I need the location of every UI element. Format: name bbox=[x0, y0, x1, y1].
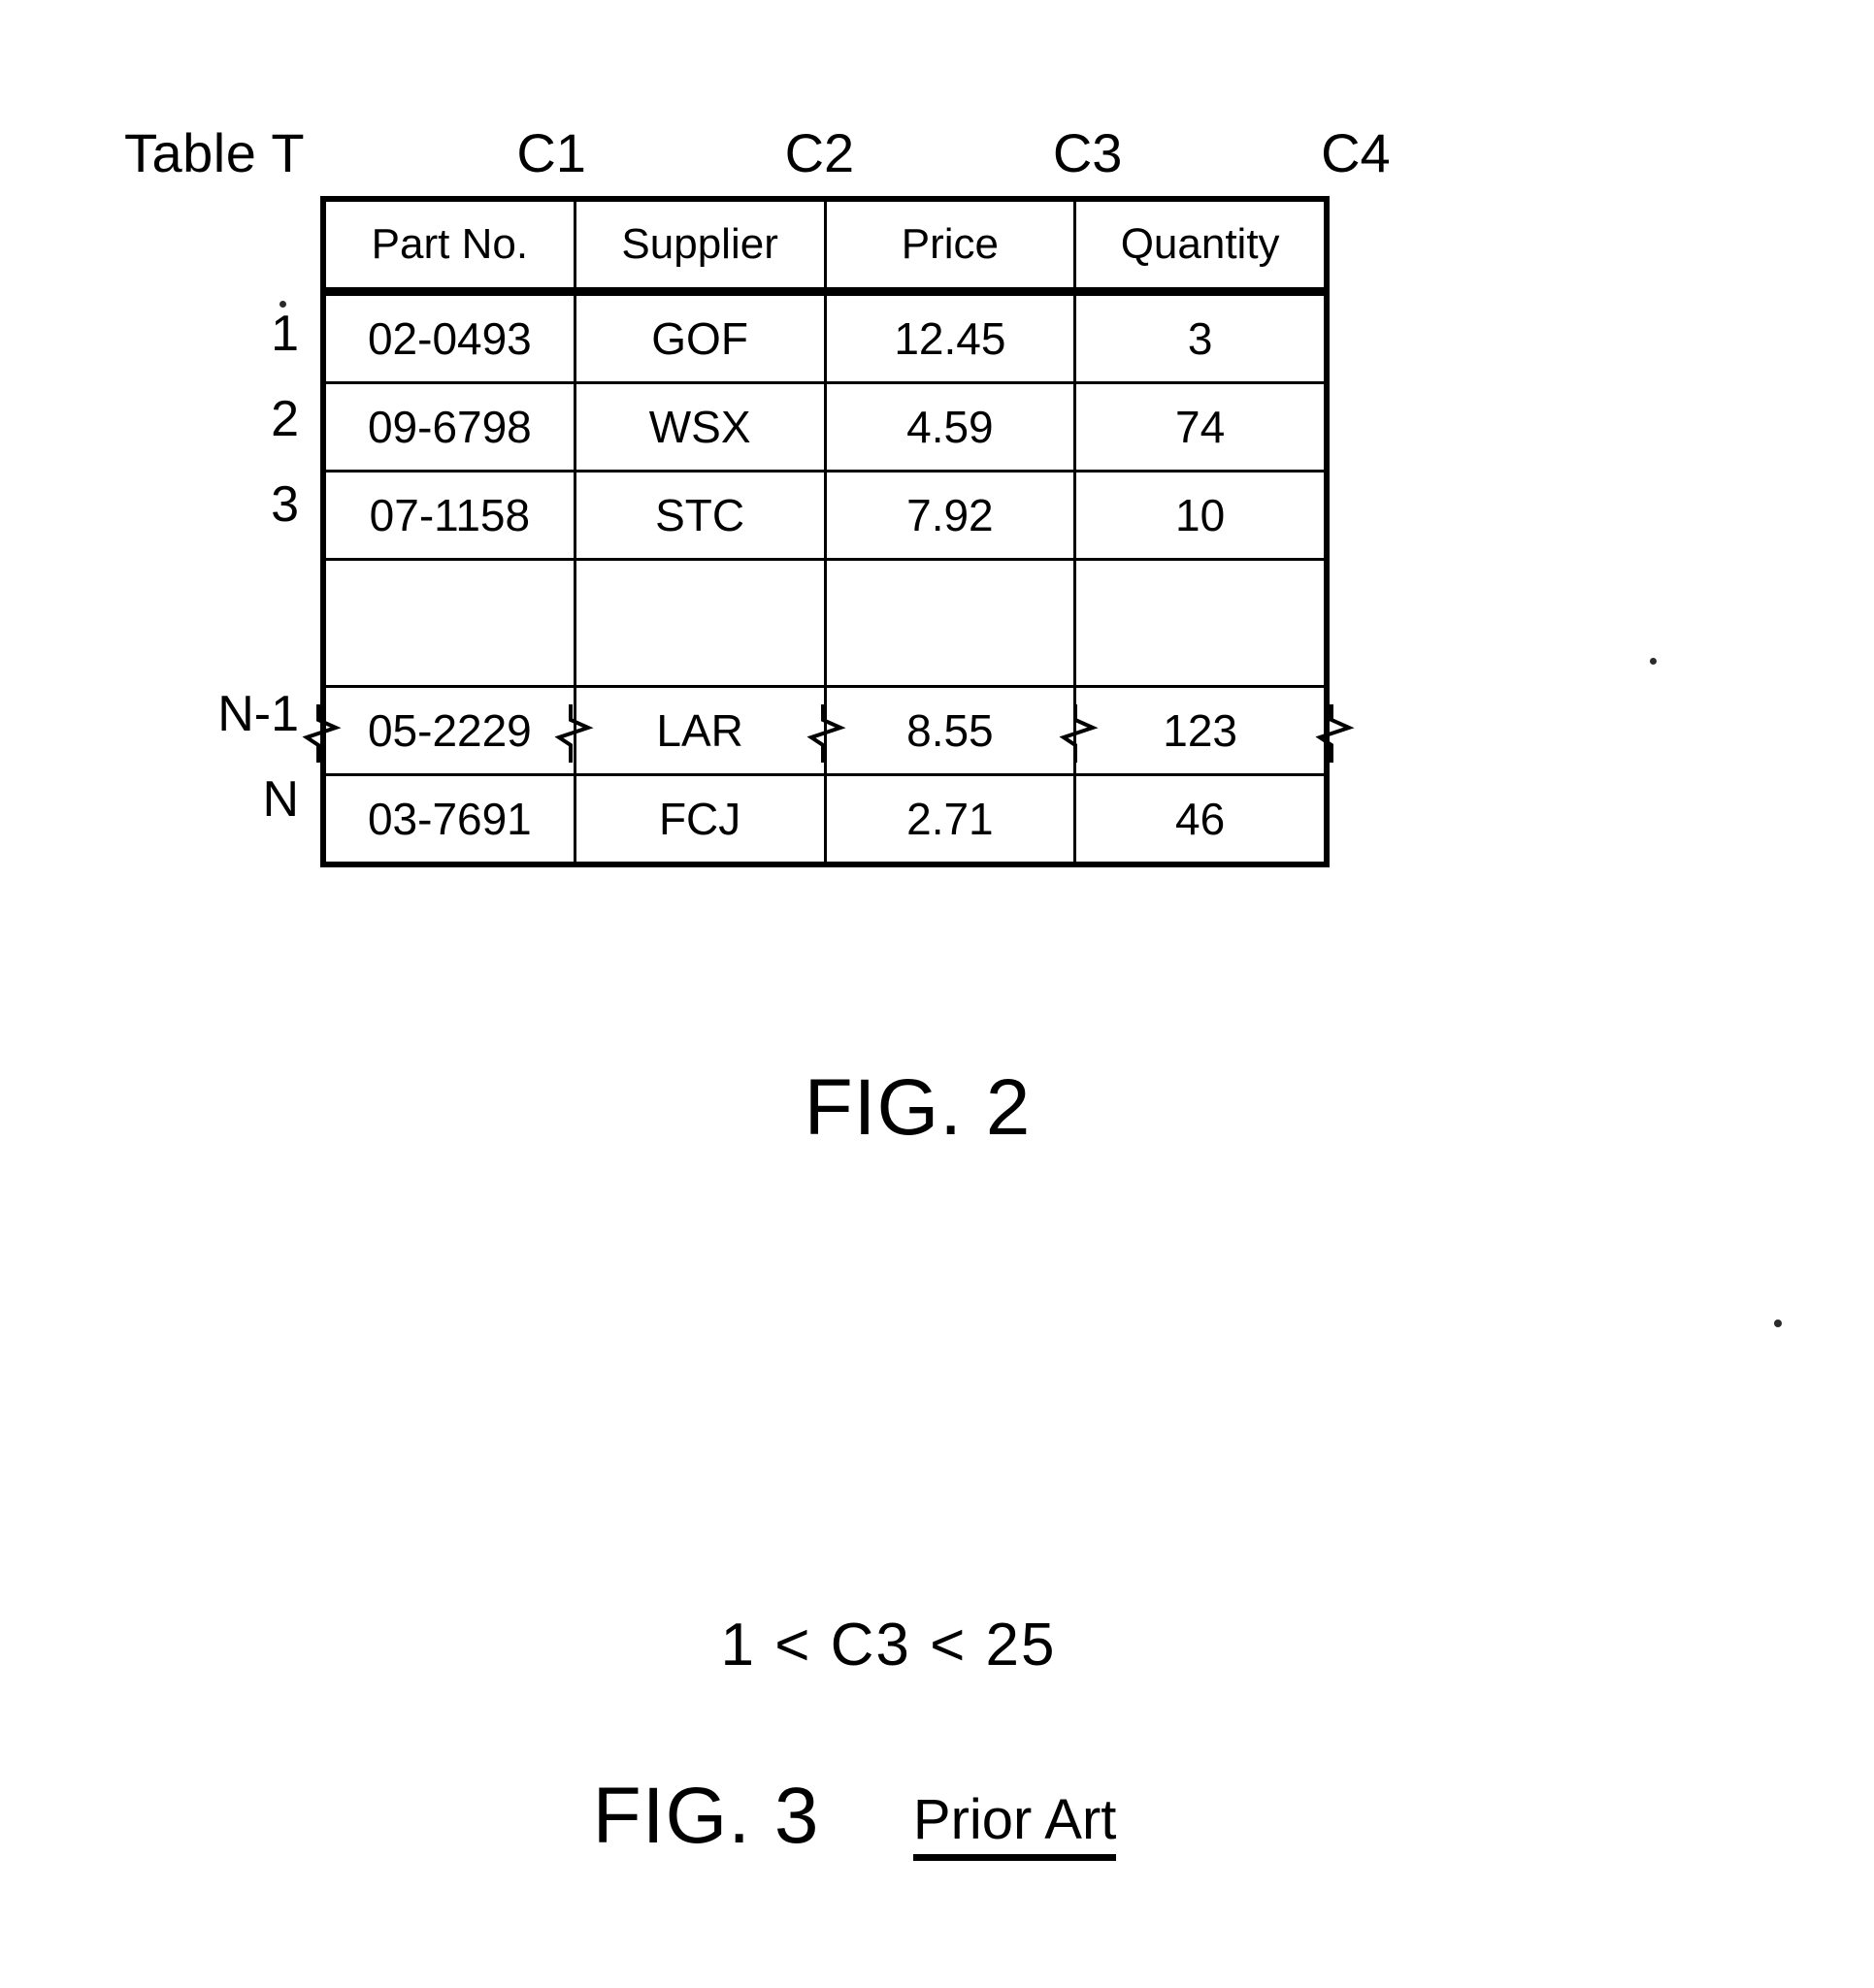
break-cell-price bbox=[823, 558, 1077, 688]
column-header-quantity: Quantity bbox=[1073, 199, 1327, 296]
figure-3-expression: 1 < C3 < 25 bbox=[0, 1611, 1874, 1679]
column-header-supplier: Supplier bbox=[573, 199, 827, 296]
cell-part-no: 07-1158 bbox=[323, 470, 576, 561]
cell-supplier: LAR bbox=[573, 685, 827, 776]
figure-2: Table T C1 C2 C3 C4 1 2 3 N-1 N Part No.… bbox=[0, 0, 1874, 1203]
row-identifier-1: 1 bbox=[271, 306, 299, 362]
column-identifier-c3: C3 bbox=[1052, 122, 1123, 183]
cell-price: 8.55 bbox=[823, 685, 1077, 776]
figure-2-caption: FIG. 2 bbox=[0, 1062, 1874, 1154]
cell-quantity: 74 bbox=[1073, 381, 1327, 473]
figure-3-caption-line: FIG. 3 Prior Art bbox=[0, 1771, 1874, 1865]
cell-supplier: GOF bbox=[573, 290, 827, 384]
data-table: Part No. Supplier Price Quantity 02-0493… bbox=[320, 196, 1330, 867]
table-row: 03-7691 FCJ 2.71 46 bbox=[323, 773, 1327, 864]
column-identifier-c1: C1 bbox=[516, 122, 586, 183]
row-identifier-column: 1 2 3 N-1 N bbox=[175, 291, 311, 842]
row-identifier-2: 2 bbox=[271, 391, 299, 447]
column-header-price: Price bbox=[823, 199, 1077, 296]
column-identifier-c2: C2 bbox=[784, 122, 855, 183]
cell-price: 2.71 bbox=[823, 773, 1077, 864]
column-identifier-c4: C4 bbox=[1321, 122, 1391, 183]
scan-speckle bbox=[279, 301, 286, 308]
table-row: 05-2229 LAR 8.55 123 bbox=[323, 685, 1327, 776]
cell-price: 12.45 bbox=[823, 290, 1077, 384]
scan-speckle bbox=[1650, 658, 1657, 665]
cell-part-no: 09-6798 bbox=[323, 381, 576, 473]
cell-part-no: 02-0493 bbox=[323, 290, 576, 384]
cell-part-no: 05-2229 bbox=[323, 685, 576, 776]
figure-3-expression-text: 1 < C3 < 25 bbox=[720, 1612, 1057, 1678]
break-cell-part-no bbox=[323, 558, 576, 688]
table-row: 07-1158 STC 7.92 10 bbox=[323, 470, 1327, 561]
figure-3: 1 < C3 < 25 FIG. 3 Prior Art bbox=[0, 1611, 1874, 1861]
figure-2-caption-text: FIG. 2 bbox=[804, 1063, 1032, 1152]
break-cell-supplier bbox=[573, 558, 827, 688]
cell-supplier: FCJ bbox=[573, 773, 827, 864]
table-label: Table T bbox=[124, 122, 306, 183]
column-identifier-row: C1 C2 C3 C4 bbox=[417, 121, 1490, 184]
figure-3-caption-text: FIG. 3 bbox=[592, 1772, 820, 1860]
cell-quantity: 10 bbox=[1073, 470, 1327, 561]
row-identifier-3: 3 bbox=[271, 476, 299, 533]
cell-quantity: 46 bbox=[1073, 773, 1327, 864]
row-identifier-n: N bbox=[262, 771, 299, 828]
break-cell-quantity bbox=[1073, 558, 1327, 688]
cell-part-no: 03-7691 bbox=[323, 773, 576, 864]
cell-quantity: 123 bbox=[1073, 685, 1327, 776]
scan-speckle bbox=[1774, 1320, 1782, 1327]
cell-price: 4.59 bbox=[823, 381, 1077, 473]
cell-supplier: STC bbox=[573, 470, 827, 561]
column-header-part-no: Part No. bbox=[323, 199, 576, 296]
table-row: 09-6798 WSX 4.59 74 bbox=[323, 381, 1327, 473]
cell-quantity: 3 bbox=[1073, 290, 1327, 384]
table-row: 02-0493 GOF 12.45 3 bbox=[323, 290, 1327, 384]
table-break-row bbox=[323, 558, 1327, 688]
cell-supplier: WSX bbox=[573, 381, 827, 473]
cell-price: 7.92 bbox=[823, 470, 1077, 561]
table-header-row: Part No. Supplier Price Quantity bbox=[323, 199, 1327, 296]
row-identifier-n-minus-1: N-1 bbox=[217, 686, 299, 742]
prior-art-annotation: Prior Art bbox=[912, 1787, 1117, 1861]
row-identifier-break bbox=[175, 547, 311, 671]
